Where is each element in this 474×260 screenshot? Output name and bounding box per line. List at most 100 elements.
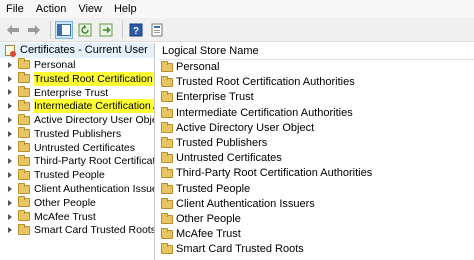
tree-root-label: Certificates - Current User xyxy=(20,44,148,56)
expand-arrow-icon[interactable] xyxy=(8,213,12,220)
list-item[interactable]: Other People xyxy=(158,212,474,227)
menu-file[interactable]: File xyxy=(0,0,30,18)
expand-arrow-icon[interactable] xyxy=(8,130,12,137)
list-item-label: Third-Party Root Certification Authoriti… xyxy=(176,167,373,180)
toolbar-separator xyxy=(122,20,123,39)
list-item[interactable]: Client Authentication Issuers xyxy=(158,197,474,212)
folder-icon xyxy=(18,168,30,180)
tree-item[interactable]: Enterprise Trust xyxy=(0,85,154,100)
tree-item[interactable]: McAfee Trust xyxy=(0,210,154,224)
tree-item[interactable]: Other People xyxy=(0,196,154,210)
expand-arrow-icon[interactable] xyxy=(8,144,12,151)
tree-item[interactable]: Active Directory User Object xyxy=(0,113,154,127)
column-header-logical-store-name[interactable]: Logical Store Name xyxy=(158,43,474,60)
properties-icon[interactable] xyxy=(148,21,166,39)
refresh-icon[interactable] xyxy=(76,21,94,39)
list-item-label: McAfee Trust xyxy=(176,228,241,241)
list-item[interactable]: Trusted People xyxy=(158,182,474,197)
expand-arrow-icon[interactable] xyxy=(8,117,12,124)
menu-action[interactable]: Action xyxy=(30,0,73,18)
forward-arrow-icon[interactable] xyxy=(25,21,43,39)
folder-icon xyxy=(161,91,173,103)
list-item[interactable]: Trusted Root Certification Authorities xyxy=(158,75,474,90)
list-item-label: Trusted People xyxy=(176,182,251,195)
tree-item[interactable]: Untrusted Certificates xyxy=(0,141,154,155)
folder-icon xyxy=(18,85,30,97)
store-list-pane: Logical Store Name Personal Trusted Root … xyxy=(158,43,474,260)
folder-icon xyxy=(161,137,173,149)
expand-arrow-icon[interactable] xyxy=(8,75,12,82)
list-item[interactable]: Personal xyxy=(158,60,474,75)
list-item-label: Client Authentication Issuers xyxy=(176,197,315,210)
list-item[interactable]: Smart Card Trusted Roots xyxy=(158,242,474,257)
folder-icon xyxy=(18,58,30,70)
expand-arrow-icon[interactable] xyxy=(8,103,12,110)
tree-item-label: Enterprise Trust xyxy=(34,86,109,99)
help-icon[interactable]: ? xyxy=(127,21,145,39)
list-item-label: Smart Card Trusted Roots xyxy=(176,243,304,256)
list-item[interactable]: Intermediate Certification Authorities xyxy=(158,106,474,121)
tree-item-label: Active Directory User Object xyxy=(34,114,155,127)
tree-item[interactable]: Smart Card Trusted Roots xyxy=(0,223,155,238)
show-hide-tree-icon[interactable] xyxy=(55,20,73,39)
list-item-label: Other People xyxy=(176,212,241,225)
tree-item[interactable]: Trusted Root Certification Au xyxy=(0,71,154,86)
folder-icon xyxy=(18,223,30,235)
expand-arrow-icon[interactable] xyxy=(8,199,12,206)
folder-icon xyxy=(18,127,30,139)
tree-item[interactable]: Trusted Publishers xyxy=(0,127,154,141)
tree-item-label: Smart Card Trusted Roots xyxy=(34,224,155,237)
list-item[interactable]: Trusted Publishers xyxy=(158,136,474,151)
tree-item[interactable]: Trusted People xyxy=(0,168,154,182)
folder-icon xyxy=(18,196,30,208)
folder-icon xyxy=(18,99,30,111)
list-item-label: Untrusted Certificates xyxy=(176,152,282,165)
list-item-label: Trusted Publishers xyxy=(176,137,268,150)
tree-item-label: Other People xyxy=(34,196,96,209)
tree-item-label: Client Authentication Issuers xyxy=(34,183,155,196)
list-item[interactable]: Untrusted Certificates xyxy=(158,151,474,166)
tree-item[interactable]: Client Authentication Issuers xyxy=(0,182,154,196)
tree-item[interactable]: Third-Party Root Certification xyxy=(0,154,154,169)
tree-item-label: Third-Party Root Certification xyxy=(34,155,154,168)
folder-icon xyxy=(18,72,30,84)
list-item-label: Trusted Root Certification Authorities xyxy=(176,76,355,89)
folder-icon xyxy=(161,76,173,88)
tree-item[interactable]: Intermediate Certification Au xyxy=(0,99,154,114)
menu-view[interactable]: View xyxy=(72,0,108,18)
list-item[interactable]: Third-Party Root Certification Authoriti… xyxy=(158,166,474,181)
export-list-icon[interactable] xyxy=(97,21,115,39)
list-item[interactable]: Active Directory User Object xyxy=(158,121,474,136)
console-tree: Certificates - Current User Personal Trus… xyxy=(0,43,155,260)
tree-root-certificates-current-user[interactable]: Certificates - Current User xyxy=(0,43,154,58)
back-arrow-icon[interactable] xyxy=(4,21,22,39)
folder-icon xyxy=(18,210,30,222)
list-item-label: Enterprise Trust xyxy=(176,91,254,104)
expand-arrow-icon[interactable] xyxy=(8,89,12,96)
folder-icon xyxy=(161,167,173,179)
folder-icon xyxy=(161,182,173,194)
tree-item-label: Trusted People xyxy=(34,169,105,182)
folder-icon xyxy=(18,154,30,166)
folder-icon xyxy=(161,197,173,209)
folder-icon xyxy=(18,141,30,153)
folder-icon xyxy=(161,243,173,255)
list-item[interactable]: McAfee Trust xyxy=(158,227,474,242)
expand-arrow-icon[interactable] xyxy=(8,186,12,193)
toolbar-separator xyxy=(50,20,51,39)
expand-arrow-icon[interactable] xyxy=(8,158,12,165)
tree-item-label: Personal xyxy=(34,58,76,71)
menu-help[interactable]: Help xyxy=(108,0,143,18)
list-item[interactable]: Enterprise Trust xyxy=(158,90,474,105)
folder-icon xyxy=(161,212,173,224)
tree-item[interactable]: Personal xyxy=(0,58,154,72)
list-item-label: Intermediate Certification Authorities xyxy=(176,106,353,119)
folder-icon xyxy=(161,152,173,164)
folder-icon xyxy=(161,61,173,73)
tree-item-label: Untrusted Certificates xyxy=(34,141,135,154)
expand-arrow-icon[interactable] xyxy=(8,172,12,179)
expand-arrow-icon[interactable] xyxy=(8,227,12,234)
folder-icon xyxy=(161,121,173,133)
expand-arrow-icon[interactable] xyxy=(8,61,12,68)
svg-text:?: ? xyxy=(133,26,139,37)
